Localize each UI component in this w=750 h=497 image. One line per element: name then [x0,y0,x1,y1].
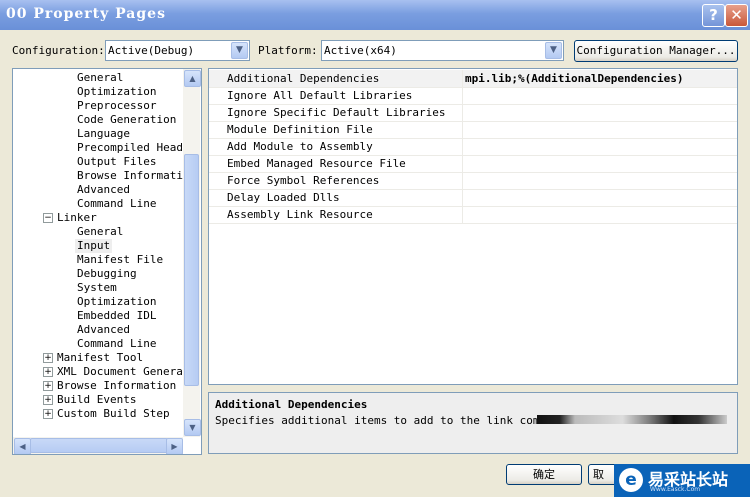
watermark-url: Www.Easck.Com [650,486,701,493]
title-bar: 00 Property Pages ? ✕ [0,0,750,30]
tree-item[interactable]: General [77,71,123,85]
scroll-up-icon[interactable]: ▲ [184,70,201,87]
property-row[interactable]: Ignore Specific Default Libraries [209,104,737,122]
tree-item[interactable]: System [77,281,117,295]
tree-item[interactable]: Browse Informatio [77,169,190,183]
configuration-value: Active(Debug) [108,44,195,57]
tree-item[interactable]: Embedded IDL [77,309,156,323]
watermark-mark-icon: e [619,468,643,492]
minus-box-icon[interactable]: − [43,213,53,223]
property-row[interactable]: Assembly Link Resource [209,206,737,224]
description-title: Additional Dependencies [215,398,368,411]
column-divider[interactable] [462,172,463,189]
property-row[interactable]: Delay Loaded Dlls [209,189,737,207]
plus-box-icon[interactable]: + [43,395,53,405]
tree-item[interactable]: Command Line [77,197,156,211]
window-title: 00 Property Pages [6,6,166,22]
scroll-thumb[interactable] [184,154,199,386]
property-row[interactable]: Add Module to Assembly [209,138,737,156]
tree-item[interactable]: Custom Build Step [57,407,170,421]
property-name: Additional Dependencies [227,72,380,85]
configuration-manager-button[interactable]: Configuration Manager... [574,40,738,62]
tree-item[interactable]: Input [75,239,113,253]
tree-item[interactable]: Output Files [77,155,156,169]
tree-item[interactable]: XML Document Generato [57,365,196,379]
scroll-down-icon[interactable]: ▼ [184,419,201,436]
column-divider[interactable] [462,87,463,104]
scroll-thumb-horizontal[interactable] [30,438,168,453]
platform-dropdown[interactable]: Active(x64) ▼ [321,40,564,61]
tree-item[interactable]: Advanced [77,323,130,337]
tree-item[interactable]: Manifest Tool [57,351,143,365]
platform-value: Active(x64) [324,44,397,57]
column-divider[interactable] [462,189,463,206]
property-tree[interactable]: General Optimization Preprocessor Code Gene… [12,68,202,455]
property-name: Ignore All Default Libraries [227,89,413,102]
tree-item[interactable]: Language [77,127,130,141]
chevron-down-icon[interactable]: ▼ [545,42,562,59]
property-name: Ignore Specific Default Libraries [227,106,446,119]
property-name: Add Module to Assembly [227,140,373,153]
column-divider[interactable] [462,155,463,172]
column-divider[interactable] [462,138,463,155]
plus-box-icon[interactable]: + [43,353,53,363]
configuration-label: Configuration: [12,44,105,57]
tree-item[interactable]: Advanced [77,183,130,197]
property-grid[interactable]: Additional Dependencies mpi.lib;%(Additio… [208,68,738,385]
chevron-down-icon[interactable]: ▼ [231,42,248,59]
column-divider[interactable] [462,70,463,87]
tree-horizontal-scrollbar[interactable]: ◀ ▶ [13,437,183,454]
question-mark-icon: ? [709,6,718,24]
tree-item[interactable]: Preprocessor [77,99,156,113]
tree-item[interactable]: Command Line [77,337,156,351]
tree-item[interactable]: Manifest File [77,253,163,267]
close-button[interactable]: ✕ [725,4,748,27]
plus-box-icon[interactable]: + [43,381,53,391]
tree-item[interactable]: Browse Information [57,379,176,393]
property-name: Module Definition File [227,123,373,136]
watermark-logo: e 易采站长站 Www.Easck.Com [614,464,750,497]
configuration-dropdown[interactable]: Active(Debug) ▼ [105,40,250,61]
scroll-right-icon[interactable]: ▶ [166,438,183,454]
column-divider[interactable] [462,206,463,223]
plus-box-icon[interactable]: + [43,409,53,419]
description-text: Specifies additional items to add to the… [215,414,566,427]
tree-item[interactable]: Debugging [77,267,137,281]
property-name: Embed Managed Resource File [227,157,406,170]
tree-item[interactable]: Optimization [77,295,156,309]
column-divider[interactable] [462,121,463,138]
column-divider[interactable] [462,104,463,121]
property-name: Delay Loaded Dlls [227,191,340,204]
tree-item[interactable]: Code Generation [77,113,176,127]
platform-label: Platform: [258,44,318,57]
property-name: Assembly Link Resource [227,208,373,221]
property-value[interactable]: mpi.lib;%(AdditionalDependencies) [465,72,684,85]
property-row[interactable]: Force Symbol References [209,172,737,190]
help-button[interactable]: ? [702,4,725,27]
tree-item[interactable]: General [77,225,123,239]
plus-box-icon[interactable]: + [43,367,53,377]
ok-button[interactable]: 确定 [506,464,582,485]
description-panel: Additional Dependencies Specifies additi… [208,392,738,454]
tree-item[interactable]: Optimization [77,85,156,99]
property-row[interactable]: Additional Dependencies mpi.lib;%(Additio… [209,70,737,88]
tree-item[interactable]: Linker [57,211,97,225]
tree-item[interactable]: Build Events [57,393,136,407]
tree-item[interactable]: Precompiled Heade [77,141,190,155]
close-x-icon: ✕ [730,6,743,24]
property-row[interactable]: Ignore All Default Libraries [209,87,737,105]
property-row[interactable]: Module Definition File [209,121,737,139]
scroll-left-icon[interactable]: ◀ [14,438,31,454]
property-row[interactable]: Embed Managed Resource File [209,155,737,173]
redacted-smudge [537,415,727,424]
property-name: Force Symbol References [227,174,380,187]
tree-vertical-scrollbar[interactable]: ▲ ▼ [183,69,201,437]
